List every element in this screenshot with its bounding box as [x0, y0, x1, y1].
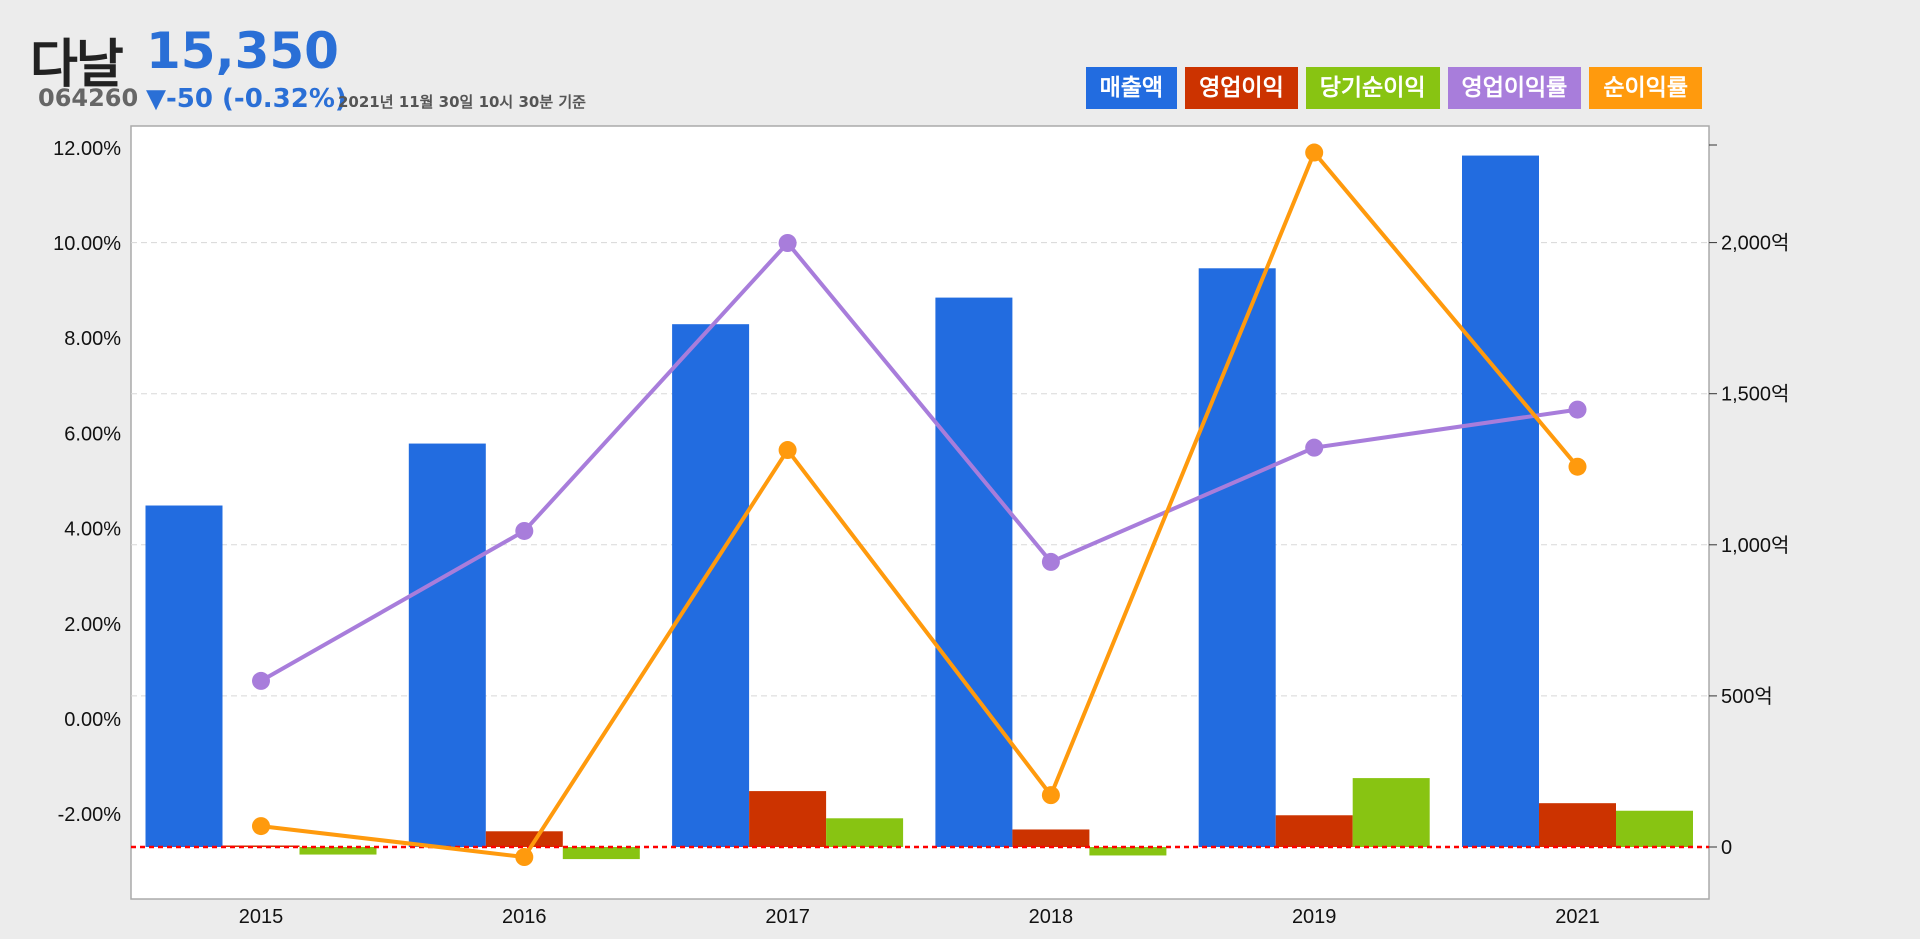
- revenue-bar: [1198, 268, 1276, 847]
- operating-margin-point: [778, 234, 797, 252]
- x-axis-label: 2018: [1029, 906, 1074, 928]
- operating-profit-bar: [1012, 829, 1090, 847]
- net-margin-point: [1041, 786, 1060, 805]
- financial-chart: 0 500억 1,000억 1,500억 2,000억 -2.00% 0.00% 2.00% 4…: [53, 125, 1789, 928]
- revenue-bar: [935, 297, 1013, 847]
- operating-margin-point: [1568, 400, 1587, 419]
- net-income-bar: [1089, 847, 1167, 856]
- left-axis-label: 8.00%: [64, 328, 121, 350]
- operating-profit-bar: [485, 831, 563, 847]
- operating-profit-bar: [1275, 815, 1353, 847]
- x-axis-label: 2016: [502, 906, 547, 928]
- operating-profit-bar: [1539, 803, 1616, 847]
- left-axis-label: 0.00%: [64, 709, 121, 731]
- right-axis-label: 1,500억: [1721, 383, 1789, 406]
- operating-margin-point: [1041, 552, 1060, 571]
- net-income-bar: [1616, 810, 1693, 847]
- net-income-bar: [826, 818, 904, 847]
- left-axis-label: -2.00%: [58, 804, 122, 826]
- net-margin-point: [778, 441, 797, 460]
- revenue-bar: [145, 505, 223, 847]
- revenue-bar: [408, 443, 486, 847]
- net-margin-point: [515, 848, 534, 867]
- left-axis-label: 6.00%: [64, 423, 121, 445]
- left-axis-label: 12.00%: [53, 138, 121, 160]
- x-axis-label: 2019: [1292, 906, 1337, 928]
- revenue-bar: [672, 324, 750, 848]
- right-axis-label: 2,000억: [1721, 232, 1789, 255]
- x-axis-label: 2021: [1555, 906, 1600, 928]
- net-income-bar: [562, 847, 640, 860]
- revenue-bar: [1462, 155, 1539, 847]
- right-axis-label: 0: [1721, 837, 1732, 859]
- x-axis-label: 2017: [765, 906, 810, 928]
- left-axis-label: 10.00%: [53, 233, 121, 255]
- operating-margin-point: [515, 521, 534, 540]
- right-axis-label: 1,000억: [1721, 534, 1789, 557]
- left-axis-label: 2.00%: [64, 614, 121, 636]
- x-axis-label: 2015: [239, 906, 284, 928]
- left-axis-label: 4.00%: [64, 519, 121, 541]
- net-margin-point: [1305, 143, 1324, 162]
- net-income-bar: [1352, 778, 1430, 847]
- right-axis-label: 500억: [1721, 685, 1773, 708]
- operating-margin-point: [252, 671, 270, 690]
- net-margin-point: [1568, 457, 1587, 476]
- net-margin-point: [252, 817, 270, 836]
- operating-profit-bar: [749, 791, 827, 847]
- operating-margin-point: [1305, 438, 1324, 457]
